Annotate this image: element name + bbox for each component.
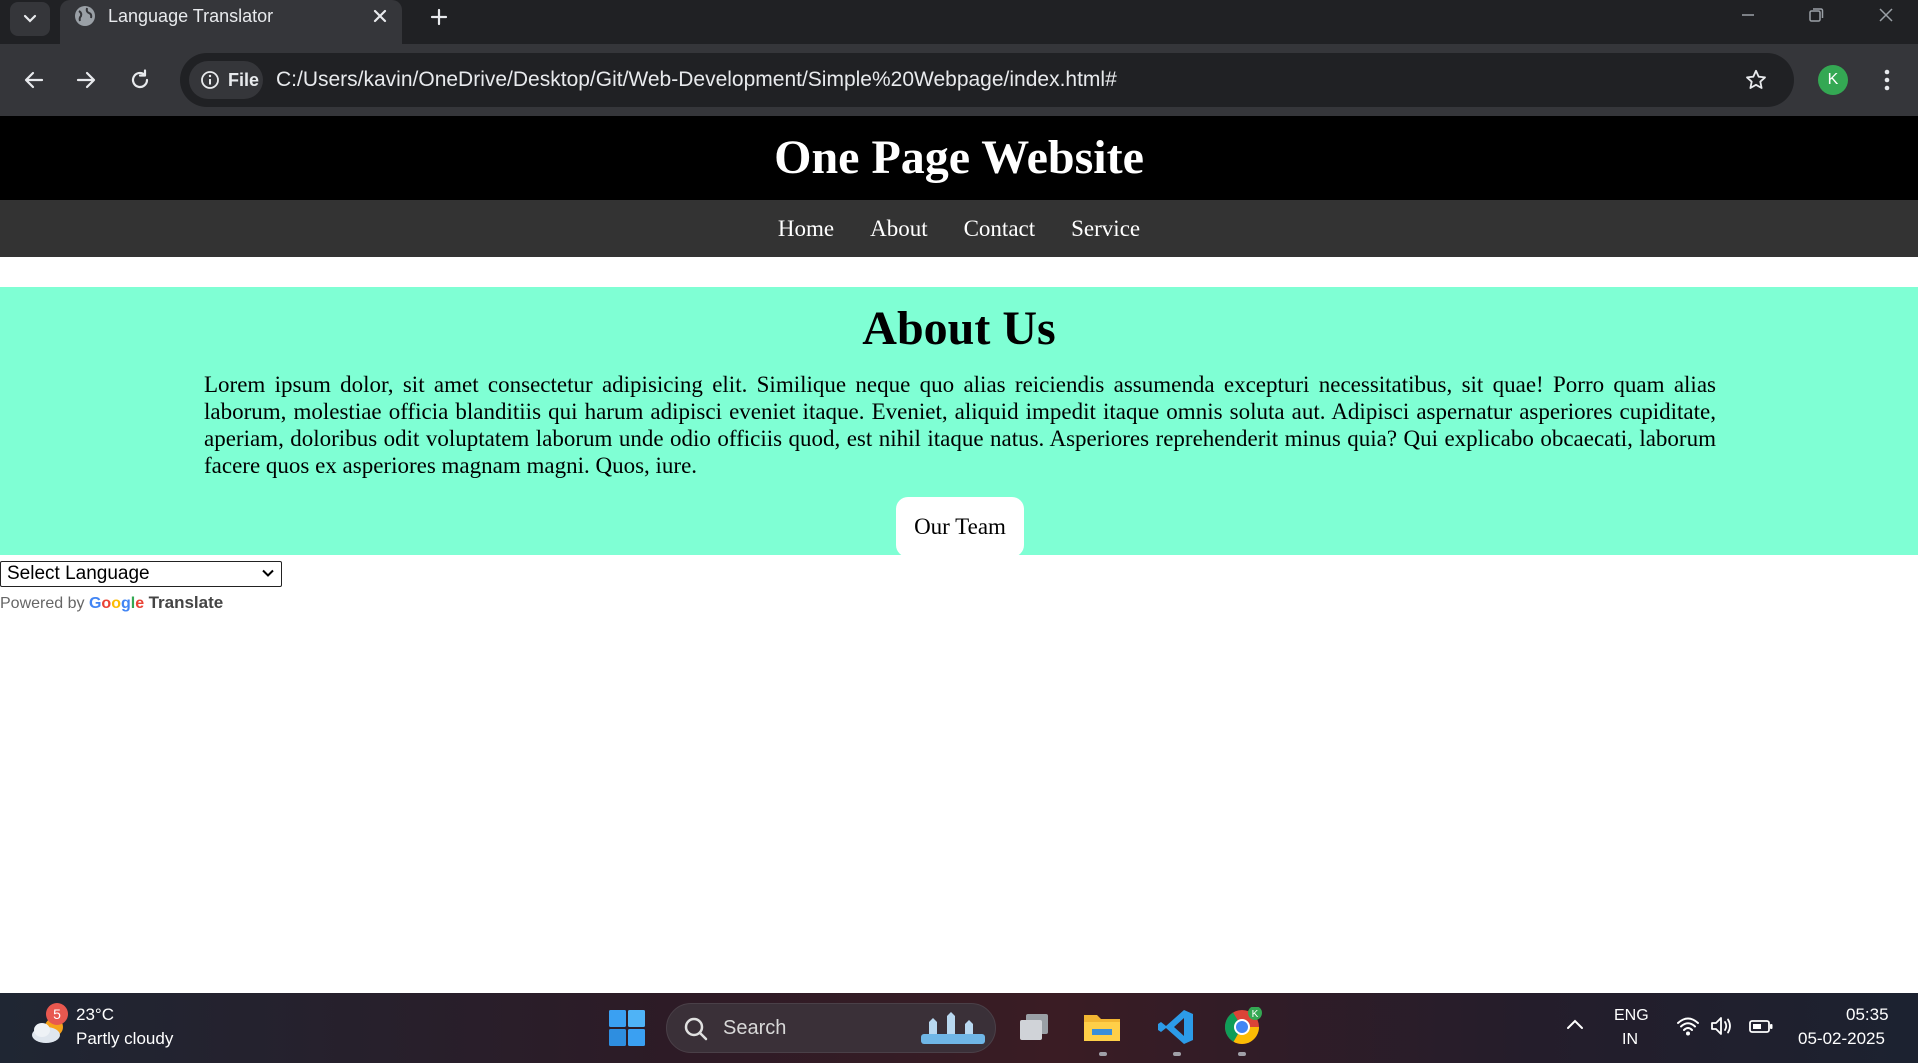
taskbar-search[interactable]: Search — [666, 1003, 996, 1053]
language-select[interactable]: Select Language — [0, 561, 282, 587]
search-placeholder: Search — [723, 1017, 787, 1039]
minimize-button[interactable] — [1720, 0, 1776, 30]
powered-by-label: Powered by — [0, 595, 85, 612]
task-view-button[interactable] — [1012, 1005, 1056, 1049]
chevron-down-icon — [23, 14, 37, 23]
arrow-left-icon — [24, 71, 44, 89]
nav-link-contact[interactable]: Contact — [964, 216, 1036, 242]
new-tab-button[interactable] — [424, 2, 454, 32]
google-translate-attribution: Powered by Google Translate — [0, 593, 223, 613]
our-team-button[interactable]: Our Team — [896, 497, 1024, 557]
weather-temperature[interactable]: 23°C — [76, 1005, 114, 1025]
more-vertical-icon — [1884, 69, 1890, 91]
minimize-icon — [1742, 14, 1754, 16]
chevron-down-icon — [262, 569, 274, 577]
restore-button[interactable] — [1788, 0, 1844, 30]
input-language-code[interactable]: ENG — [1614, 1007, 1649, 1025]
search-highlight-icon — [921, 1012, 985, 1044]
weather-description[interactable]: Partly cloudy — [76, 1029, 173, 1049]
about-title: About Us — [862, 302, 1056, 355]
plus-icon — [430, 8, 448, 26]
reload-button[interactable] — [120, 60, 160, 100]
running-indicator — [1238, 1052, 1246, 1056]
nav-link-service[interactable]: Service — [1071, 216, 1140, 242]
star-icon — [1746, 69, 1766, 89]
restore-icon — [1809, 8, 1824, 22]
nav-link-about[interactable]: About — [870, 216, 928, 242]
clock-date[interactable]: 05-02-2025 — [1798, 1029, 1885, 1049]
weather-alert-badge: 5 — [46, 1003, 68, 1025]
running-indicator — [1099, 1052, 1107, 1056]
folder-icon — [1084, 1015, 1120, 1041]
site-info-chip[interactable]: File — [189, 61, 263, 99]
clock-time[interactable]: 05:35 — [1846, 1005, 1889, 1025]
translate-link[interactable]: Translate — [149, 593, 224, 612]
chrome-button[interactable]: K — [1220, 1005, 1264, 1049]
main-nav: Home About Contact Service — [0, 200, 1918, 257]
tab-search-button[interactable] — [10, 2, 50, 36]
file-explorer-button[interactable] — [1080, 1005, 1124, 1049]
vscode-button[interactable] — [1154, 1005, 1198, 1049]
browser-menu-button[interactable] — [1872, 62, 1902, 98]
chevron-up-icon[interactable] — [1565, 1015, 1585, 1035]
language-select-value: Select Language — [7, 563, 150, 584]
speaker-icon[interactable] — [1710, 1015, 1734, 1037]
site-header: One Page Website — [0, 116, 1918, 200]
browser-tab-strip: Language Translator — [0, 0, 1918, 44]
url-text[interactable]: C:/Users/kavin/OneDrive/Desktop/Git/Web-… — [276, 67, 1117, 93]
reload-icon — [131, 69, 149, 89]
forward-button[interactable] — [66, 60, 106, 100]
close-icon — [1879, 8, 1893, 22]
input-language-region[interactable]: IN — [1622, 1031, 1638, 1049]
bookmark-button[interactable] — [1741, 65, 1771, 95]
info-icon — [201, 71, 219, 89]
globe-icon — [75, 6, 95, 26]
site-info-label: File — [228, 69, 260, 90]
about-paragraph: Lorem ipsum dolor, sit amet consectetur … — [204, 372, 1716, 478]
tab-title: Language Translator — [108, 6, 274, 26]
nav-link-home[interactable]: Home — [778, 216, 834, 242]
google-logo: Google — [88, 595, 145, 612]
running-indicator — [1173, 1052, 1181, 1056]
chrome-icon: K — [1224, 1007, 1262, 1044]
windows-start-icon[interactable] — [608, 1009, 646, 1047]
search-icon — [684, 1017, 708, 1041]
window-close-button[interactable] — [1858, 0, 1914, 30]
windows-taskbar: 5 23°C Partly cloudy Search K ENG IN 05:… — [0, 993, 1918, 1063]
wifi-icon[interactable] — [1676, 1015, 1700, 1037]
task-view-icon — [1020, 1014, 1048, 1040]
vscode-icon — [1158, 1010, 1193, 1044]
battery-icon[interactable] — [1748, 1015, 1774, 1037]
tab-close-button[interactable] — [366, 2, 394, 30]
site-title: One Page Website — [774, 131, 1144, 184]
close-icon — [373, 9, 387, 23]
arrow-right-icon — [76, 71, 96, 89]
about-section: About Us Lorem ipsum dolor, sit amet con… — [0, 287, 1918, 557]
profile-avatar[interactable]: K — [1818, 65, 1848, 95]
browser-toolbar: File C:/Users/kavin/OneDrive/Desktop/Git… — [0, 44, 1918, 116]
chrome-profile-badge: K — [1252, 1009, 1259, 1020]
browser-tab-active[interactable]: Language Translator — [60, 0, 402, 44]
back-button[interactable] — [14, 60, 54, 100]
address-bar[interactable]: File C:/Users/kavin/OneDrive/Desktop/Git… — [180, 53, 1794, 107]
